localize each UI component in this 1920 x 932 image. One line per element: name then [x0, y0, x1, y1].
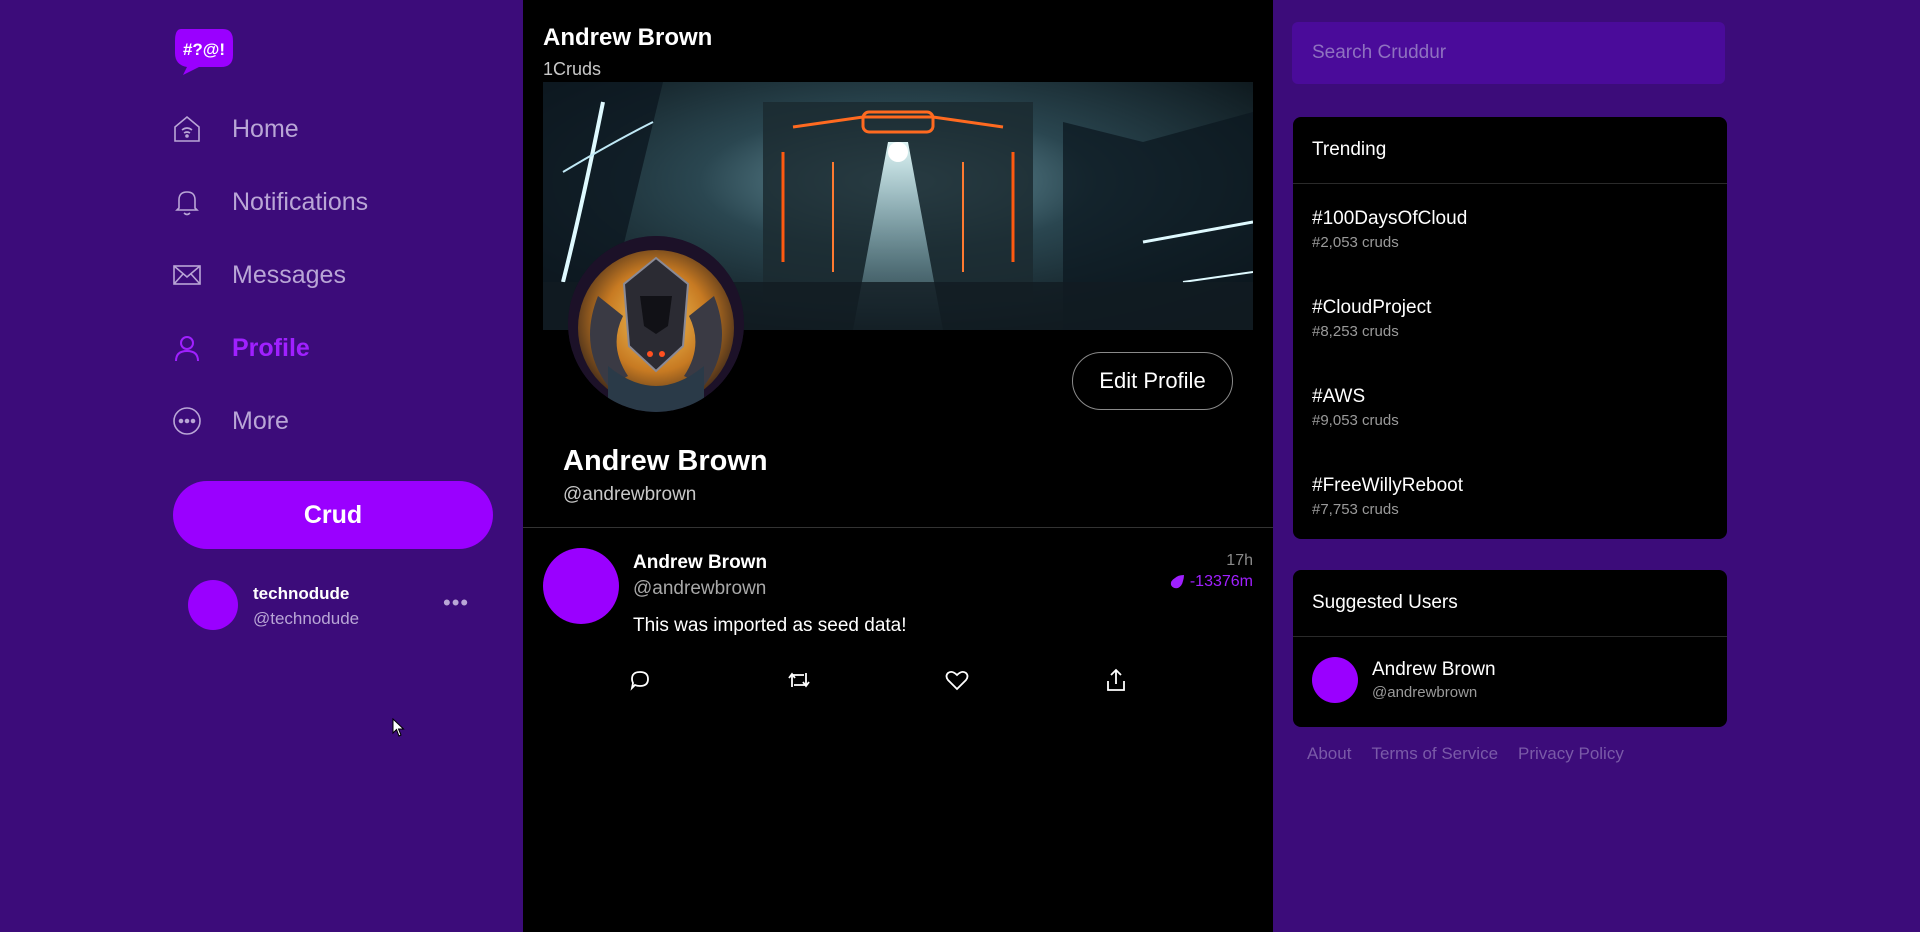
- cruddur-logo[interactable]: #?@!: [171, 25, 235, 77]
- crud-author-handle[interactable]: @andrewbrown: [633, 578, 766, 600]
- home-icon: [172, 114, 202, 144]
- trending-count: #7,753 cruds: [1312, 501, 1399, 518]
- reply-icon[interactable]: [626, 666, 654, 694]
- profile-avatar-image: [568, 236, 744, 412]
- logo-bubble-icon: #?@!: [175, 29, 233, 75]
- crud-count: 1Cruds: [543, 59, 602, 79]
- current-user-card[interactable]: technodude @technodude •••: [188, 580, 498, 632]
- suggested-user-name: Andrew Brown: [1372, 659, 1496, 680]
- footer-link-privacy[interactable]: Privacy Policy: [1518, 744, 1624, 764]
- logo-text: #?@!: [183, 40, 225, 59]
- more-circle-icon: [172, 406, 202, 436]
- trending-count: #8,253 cruds: [1312, 323, 1399, 340]
- page-title: Andrew Brown: [543, 24, 713, 51]
- profile-avatar[interactable]: [568, 236, 744, 412]
- trending-item[interactable]: #CloudProject #8,253 cruds: [1312, 297, 1431, 340]
- avatar: [188, 580, 238, 630]
- trending-count: #2,053 cruds: [1312, 234, 1399, 251]
- suggested-user[interactable]: Andrew Brown @andrewbrown: [1312, 657, 1712, 703]
- search-input[interactable]: [1292, 22, 1725, 84]
- current-user-handle: @technodude: [253, 609, 360, 628]
- nav-more-label: More: [232, 406, 289, 435]
- crud-author-name[interactable]: Andrew Brown: [633, 552, 767, 574]
- footer-link-terms[interactable]: Terms of Service: [1371, 744, 1498, 764]
- user-menu-icon[interactable]: •••: [443, 590, 469, 616]
- bomb-icon: [1170, 575, 1184, 589]
- nav-profile[interactable]: Profile: [172, 326, 310, 370]
- crud-message: This was imported as seed data!: [633, 615, 907, 636]
- trending-item[interactable]: #FreeWillyReboot #7,753 cruds: [1312, 475, 1463, 518]
- nav-messages-label: Messages: [232, 260, 346, 289]
- left-sidebar: #?@! Home Notifications Messages Profile…: [0, 0, 523, 932]
- right-sidebar: Trending #100DaysOfCloud #2,053 cruds #C…: [1273, 0, 1920, 932]
- current-user-name: technodude: [253, 584, 350, 603]
- mouse-cursor-icon: [392, 718, 405, 737]
- nav-notifications-label: Notifications: [232, 187, 369, 216]
- nav-more[interactable]: More: [172, 399, 289, 443]
- repost-icon[interactable]: [785, 666, 813, 694]
- trending-item[interactable]: #100DaysOfCloud #2,053 cruds: [1312, 208, 1467, 251]
- crud-expiry-text: -13376m: [1189, 573, 1253, 590]
- trending-title: Trending: [1293, 117, 1727, 184]
- nav-notifications[interactable]: Notifications: [172, 180, 368, 224]
- avatar: [1312, 657, 1358, 703]
- trending-panel: Trending #100DaysOfCloud #2,053 cruds #C…: [1293, 117, 1727, 539]
- crud-button[interactable]: Crud: [173, 481, 493, 549]
- suggested-users-panel: Suggested Users Andrew Brown @andrewbrow…: [1293, 570, 1727, 727]
- crud-expiry: -13376m: [1169, 573, 1253, 591]
- profile-handle: @andrewbrown: [563, 484, 697, 505]
- avatar[interactable]: [543, 548, 619, 624]
- nav-home[interactable]: Home: [172, 107, 299, 151]
- nav-profile-label: Profile: [232, 333, 310, 362]
- profile-display-name: Andrew Brown: [563, 445, 768, 477]
- trending-tag: #CloudProject: [1312, 297, 1432, 318]
- user-icon: [172, 333, 202, 363]
- suggested-users-title: Suggested Users: [1293, 570, 1727, 637]
- bell-icon: [172, 187, 202, 217]
- suggested-user-handle: @andrewbrown: [1372, 684, 1478, 701]
- heart-icon[interactable]: [943, 666, 971, 694]
- footer-link-about[interactable]: About: [1307, 744, 1351, 764]
- trending-item[interactable]: #AWS #9,053 cruds: [1312, 386, 1399, 429]
- crud-item[interactable]: Andrew Brown @andrewbrown 17h -13376m Th…: [523, 528, 1273, 708]
- footer-links: About Terms of Service Privacy Policy: [1307, 744, 1624, 764]
- trending-tag: #AWS: [1312, 386, 1366, 407]
- share-icon[interactable]: [1102, 666, 1130, 694]
- nav-messages[interactable]: Messages: [172, 253, 346, 297]
- trending-tag: #100DaysOfCloud: [1312, 208, 1468, 229]
- trending-tag: #FreeWillyReboot: [1312, 475, 1463, 496]
- trending-count: #9,053 cruds: [1312, 412, 1399, 429]
- edit-profile-button[interactable]: Edit Profile: [1072, 352, 1233, 410]
- crud-timestamp: 17h: [1226, 552, 1253, 569]
- main-feed: Andrew Brown 1Cruds Edit Profile Andrew …: [523, 0, 1273, 932]
- nav-home-label: Home: [232, 114, 299, 143]
- envelope-icon: [172, 260, 202, 290]
